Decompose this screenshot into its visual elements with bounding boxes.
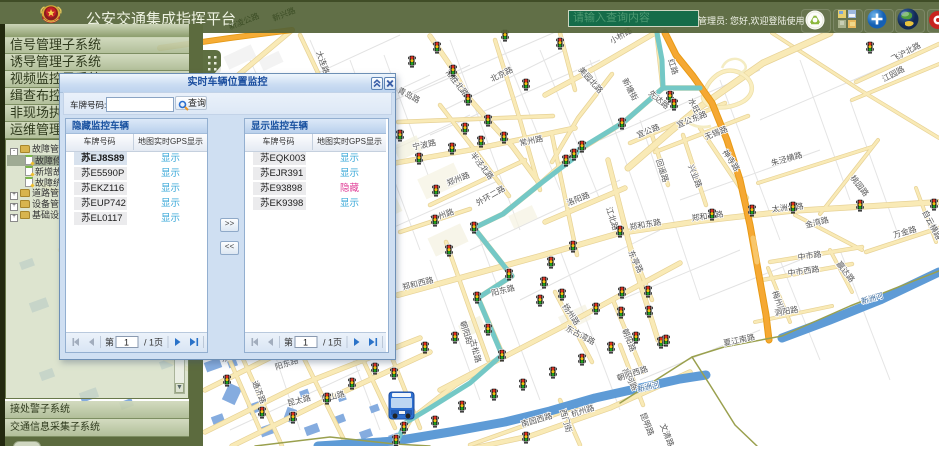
svg-text:/ 1页: / 1页 xyxy=(323,338,342,348)
svg-text:1: 1 xyxy=(303,338,308,348)
svg-text:第: 第 xyxy=(284,337,293,348)
svg-text:/ 1页: / 1页 xyxy=(144,338,163,348)
svg-text:1: 1 xyxy=(124,338,129,348)
svg-text:第: 第 xyxy=(105,337,114,348)
